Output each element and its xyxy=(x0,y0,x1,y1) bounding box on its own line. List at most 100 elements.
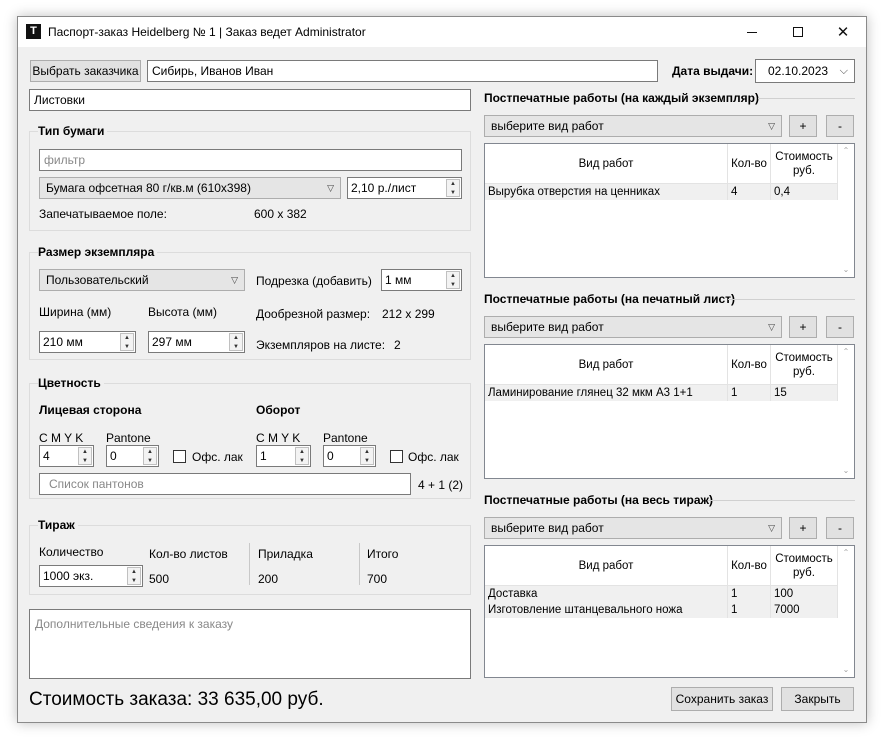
stepper-down-icon: ▼ xyxy=(131,578,137,584)
column-header-work[interactable]: Вид работ xyxy=(485,144,728,184)
stepper-buttons[interactable]: ▲ ▼ xyxy=(127,567,141,585)
stepper-down-icon: ▼ xyxy=(450,282,456,288)
back-pantone-stepper[interactable]: 0 ▲ ▼ xyxy=(323,445,376,467)
column-header-qty[interactable]: Кол-во xyxy=(728,546,771,586)
order-window: T Паспорт-заказ Heidelberg № 1 | Заказ в… xyxy=(17,16,867,723)
column-header-cost[interactable]: Стоимость руб. xyxy=(771,144,838,184)
front-pantone-stepper[interactable]: 0 ▲ ▼ xyxy=(106,445,159,467)
scrollbar[interactable]: ⌃ ⌄ xyxy=(838,144,854,277)
close-window-button[interactable]: ✕ xyxy=(820,17,866,47)
stepper-buttons[interactable]: ▲ ▼ xyxy=(229,333,243,351)
chevron-down-icon: ▽ xyxy=(231,275,238,285)
back-lacquer-checkbox[interactable] xyxy=(390,450,403,463)
scroll-up-icon[interactable]: ⌃ xyxy=(838,546,854,560)
quantity-stepper[interactable]: 1000 экз. ▲ ▼ xyxy=(39,565,143,587)
remove-work-button[interactable]: - xyxy=(826,517,854,539)
add-work-button[interactable]: + xyxy=(789,115,817,137)
chevron-down-icon: ▽ xyxy=(768,523,775,533)
customer-field[interactable]: Сибирь, Иванов Иван xyxy=(147,60,658,82)
table-cell-work[interactable]: Доставка xyxy=(485,586,728,602)
paper-price-stepper[interactable]: 2,10 р./лист ▲ ▼ xyxy=(347,177,462,199)
column-header-work[interactable]: Вид работ xyxy=(485,345,728,385)
quantity-value: 1000 экз. xyxy=(43,569,94,583)
stepper-buttons[interactable]: ▲ ▼ xyxy=(446,179,460,197)
add-work-button[interactable]: + xyxy=(789,316,817,338)
table-cell-cost[interactable]: 100 xyxy=(771,586,838,602)
scroll-up-icon[interactable]: ⌃ xyxy=(838,144,854,158)
table-cell-work[interactable]: Вырубка отверстия на ценниках xyxy=(485,184,728,200)
postpress-section-title: Постпечатные работы (на каждый экземпляр… xyxy=(484,91,762,105)
scrollbar[interactable]: ⌃ ⌄ xyxy=(838,546,854,677)
postpress-table[interactable]: Вид работ Кол-во Стоимость руб. Ламиниро… xyxy=(484,344,855,479)
width-stepper[interactable]: 210 мм ▲ ▼ xyxy=(39,331,136,353)
stepper-up-icon: ▲ xyxy=(450,181,456,187)
front-lacquer-label: Офс. лак xyxy=(192,450,243,464)
select-customer-button[interactable]: Выбрать заказчика xyxy=(30,60,141,82)
column-header-work[interactable]: Вид работ xyxy=(485,546,728,586)
stepper-down-icon: ▼ xyxy=(147,458,153,464)
stepper-buttons[interactable]: ▲ ▼ xyxy=(120,333,134,351)
postpress-section-title: Постпечатные работы (на печатный лист) xyxy=(484,292,739,306)
stepper-down-icon: ▼ xyxy=(233,344,239,350)
stepper-buttons[interactable]: ▲ ▼ xyxy=(295,447,309,465)
table-cell-qty[interactable]: 1 xyxy=(728,602,771,618)
table-cell-cost[interactable]: 7000 xyxy=(771,602,838,618)
remove-work-button[interactable]: - xyxy=(826,316,854,338)
makeready-value: 200 xyxy=(258,572,279,586)
back-side-title: Оборот xyxy=(256,403,301,417)
paper-group-title: Тип бумаги xyxy=(38,124,108,138)
postpress-work-select[interactable]: выберите вид работ ▽ xyxy=(484,115,782,137)
back-cmyk-stepper[interactable]: 1 ▲ ▼ xyxy=(256,445,311,467)
postpress-select-placeholder: выберите вид работ xyxy=(491,119,604,133)
column-header-cost[interactable]: Стоимость руб. xyxy=(771,345,838,385)
paper-select[interactable]: Бумага офсетная 80 г/кв.м (610x398) ▽ xyxy=(39,177,341,199)
scrollbar[interactable]: ⌃ ⌄ xyxy=(838,345,854,478)
front-lacquer-checkbox[interactable] xyxy=(173,450,186,463)
back-pantone-value: 0 xyxy=(327,449,334,463)
save-order-button[interactable]: Сохранить заказ xyxy=(671,687,773,711)
issue-date-picker[interactable]: 02.10.2023 ⌵ xyxy=(755,59,855,83)
sheets-value: 500 xyxy=(149,572,170,586)
column-header-qty[interactable]: Кол-во xyxy=(728,345,771,385)
table-cell-work[interactable]: Ламинирование глянец 32 мкм А3 1+1 xyxy=(485,385,728,401)
front-cmyk-stepper[interactable]: 4 ▲ ▼ xyxy=(39,445,94,467)
pantone-list-input[interactable]: Список пантонов xyxy=(39,473,411,495)
paper-filter-input[interactable]: фильтр xyxy=(39,149,462,171)
trim-value: 1 мм xyxy=(385,273,412,287)
table-cell-cost[interactable]: 15 xyxy=(771,385,838,401)
scroll-down-icon[interactable]: ⌄ xyxy=(838,263,854,277)
postpress-work-select[interactable]: выберите вид работ ▽ xyxy=(484,517,782,539)
stepper-buttons[interactable]: ▲ ▼ xyxy=(446,271,460,289)
app-icon: T xyxy=(26,24,41,39)
add-work-button[interactable]: + xyxy=(789,517,817,539)
table-cell-cost[interactable]: 0,4 xyxy=(771,184,838,200)
postpress-work-select[interactable]: выберите вид работ ▽ xyxy=(484,316,782,338)
format-select[interactable]: Пользовательский ▽ xyxy=(39,269,245,291)
close-button[interactable]: Закрыть xyxy=(781,687,854,711)
scroll-up-icon[interactable]: ⌃ xyxy=(838,345,854,359)
table-cell-qty[interactable]: 4 xyxy=(728,184,771,200)
front-pantone-label: Pantone xyxy=(106,431,151,445)
order-cost: Стоимость заказа: 33 635,00 руб. xyxy=(29,689,324,710)
table-cell-work[interactable]: Изготовление штанцевального ножа xyxy=(485,602,728,618)
postpress-table[interactable]: Вид работ Кол-во Стоимость руб. Вырубка … xyxy=(484,143,855,278)
table-cell-qty[interactable]: 1 xyxy=(728,385,771,401)
stepper-buttons[interactable]: ▲ ▼ xyxy=(78,447,92,465)
trim-stepper[interactable]: 1 мм ▲ ▼ xyxy=(381,269,462,291)
scroll-down-icon[interactable]: ⌄ xyxy=(838,663,854,677)
notes-textarea[interactable]: Дополнительные сведения к заказу xyxy=(29,609,471,679)
title-bar[interactable]: T Паспорт-заказ Heidelberg № 1 | Заказ в… xyxy=(18,17,866,47)
maximize-button[interactable] xyxy=(775,17,821,47)
divider xyxy=(359,543,360,585)
postpress-table[interactable]: Вид работ Кол-во Стоимость руб. Доставка… xyxy=(484,545,855,678)
table-cell-qty[interactable]: 1 xyxy=(728,586,771,602)
height-stepper[interactable]: 297 мм ▲ ▼ xyxy=(148,331,245,353)
product-name-field[interactable]: Листовки xyxy=(29,89,471,111)
scroll-down-icon[interactable]: ⌄ xyxy=(838,464,854,478)
stepper-buttons[interactable]: ▲ ▼ xyxy=(360,447,374,465)
remove-work-button[interactable]: - xyxy=(826,115,854,137)
column-header-cost[interactable]: Стоимость руб. xyxy=(771,546,838,586)
stepper-buttons[interactable]: ▲ ▼ xyxy=(143,447,157,465)
minimize-button[interactable] xyxy=(729,17,775,47)
column-header-qty[interactable]: Кол-во xyxy=(728,144,771,184)
